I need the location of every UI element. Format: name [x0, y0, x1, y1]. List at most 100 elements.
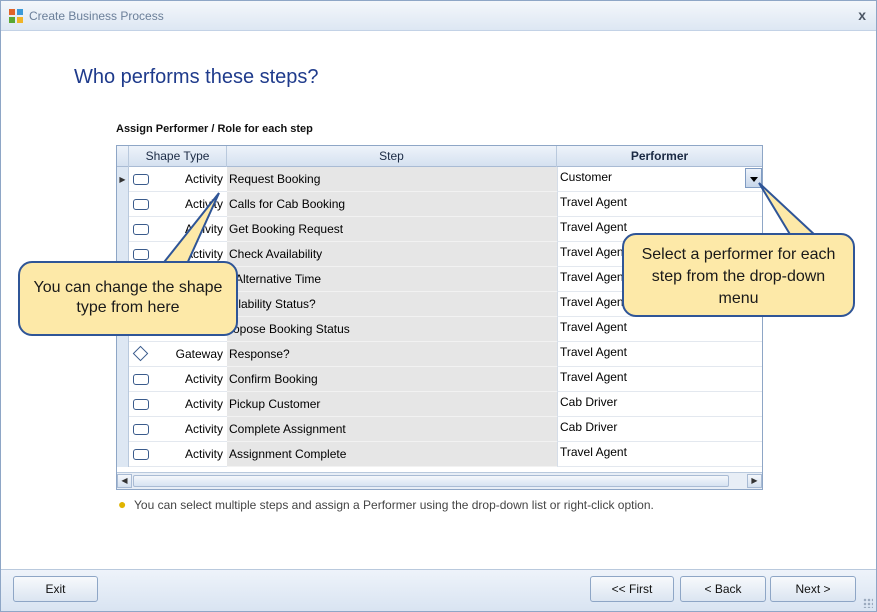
resize-grip-icon[interactable] [863, 598, 873, 608]
app-icon [9, 9, 23, 23]
performer-cell[interactable]: Travel Agent [557, 367, 762, 392]
shape-type-cell[interactable]: Activity [129, 367, 227, 392]
step-cell: Calls for Cab Booking [227, 192, 557, 217]
activity-shape-icon [133, 449, 149, 460]
row-selector[interactable] [117, 392, 129, 417]
shape-type-label: Activity [184, 372, 223, 386]
step-cell: t Alternative Time [227, 267, 557, 292]
performer-value: Travel Agent [560, 270, 627, 284]
performer-value: Travel Agent [560, 195, 627, 209]
step-cell: Response? [227, 342, 557, 367]
activity-shape-icon [133, 249, 149, 260]
row-selector[interactable]: ▶ [117, 167, 129, 192]
performer-value: Travel Agent [560, 245, 627, 259]
scroll-left-icon[interactable]: ◀ [117, 474, 132, 488]
table-row[interactable]: Activity Confirm Booking Travel Agent [117, 367, 762, 392]
shape-type-cell[interactable]: Activity [129, 192, 227, 217]
row-selector[interactable] [117, 342, 129, 367]
performer-cell[interactable]: Travel Agent [557, 442, 762, 467]
performer-cell[interactable]: Travel Agent [557, 342, 762, 367]
table-row[interactable]: Activity Assignment Complete Travel Agent [117, 442, 762, 467]
scroll-right-icon[interactable]: ▶ [747, 474, 762, 488]
footer-bar: Exit << First < Back Next > [1, 569, 876, 611]
shape-type-label: Activity [184, 197, 223, 211]
shape-type-cell[interactable]: Activity [129, 392, 227, 417]
dialog-window: Create Business Process x Who performs t… [0, 0, 877, 612]
performer-value: Travel Agent [560, 295, 627, 309]
callout-performer: Select a performer for each step from th… [622, 233, 855, 317]
shape-type-label: Activity [184, 447, 223, 461]
activity-shape-icon [133, 424, 149, 435]
performer-value: Travel Agent [560, 345, 627, 359]
step-cell: Complete Assignment [227, 417, 557, 442]
performer-cell[interactable]: Cab Driver [557, 417, 762, 442]
performer-value: Travel Agent [560, 320, 627, 334]
shape-type-label: Activity [184, 397, 223, 411]
step-cell: ropose Booking Status [227, 317, 557, 342]
hint-message: You can select multiple steps and assign… [134, 498, 654, 512]
step-cell: ailability Status? [227, 292, 557, 317]
column-header-step[interactable]: Step [227, 146, 557, 167]
table-row[interactable]: Activity Complete Assignment Cab Driver [117, 417, 762, 442]
page-title: Who performs these steps? [74, 66, 319, 88]
section-label: Assign Performer / Role for each step [116, 123, 313, 135]
hint-text: ● You can select multiple steps and assig… [118, 496, 654, 512]
shape-type-label: Activity [184, 172, 223, 186]
step-cell: Request Booking [227, 167, 557, 192]
shape-type-label: Activity [184, 222, 223, 236]
back-button[interactable]: < Back [680, 576, 766, 602]
performer-value: Customer [560, 170, 613, 184]
performer-value: Travel Agent [560, 445, 627, 459]
activity-shape-icon [133, 399, 149, 410]
shape-type-cell[interactable]: Gateway [129, 342, 227, 367]
step-cell: Confirm Booking [227, 367, 557, 392]
horizontal-scrollbar[interactable]: ◀ ▶ [117, 472, 762, 489]
column-header-performer[interactable]: Performer [557, 146, 762, 167]
performer-cell[interactable]: Travel Agent [557, 317, 762, 342]
performer-cell[interactable]: Cab Driver [557, 392, 762, 417]
activity-shape-icon [133, 199, 149, 210]
activity-shape-icon [133, 374, 149, 385]
step-cell: Check Availability [227, 242, 557, 267]
scroll-thumb[interactable] [133, 475, 729, 487]
performer-cell[interactable]: Travel Agent [557, 192, 762, 217]
activity-shape-icon [133, 224, 149, 235]
table-row[interactable]: Activity Pickup Customer Cab Driver [117, 392, 762, 417]
shape-type-cell[interactable]: Activity [129, 417, 227, 442]
gateway-shape-icon [132, 345, 149, 362]
row-selector[interactable] [117, 192, 129, 217]
shape-type-cell[interactable]: Activity [129, 442, 227, 467]
column-header-shape-type[interactable]: Shape Type [129, 146, 227, 167]
step-cell: Pickup Customer [227, 392, 557, 417]
row-selector[interactable] [117, 417, 129, 442]
next-button[interactable]: Next > [770, 576, 856, 602]
row-selector[interactable] [117, 442, 129, 467]
step-cell: Get Booking Request [227, 217, 557, 242]
step-cell: Assignment Complete [227, 442, 557, 467]
shape-type-cell[interactable]: Activity [129, 217, 227, 242]
table-row[interactable]: Gateway Response? Travel Agent [117, 342, 762, 367]
table-row[interactable]: ▶ Activity Request Booking Customer [117, 167, 762, 192]
performer-value: Cab Driver [560, 395, 618, 409]
grid-header: Shape Type Step Performer [117, 146, 762, 167]
window-title: Create Business Process [29, 9, 164, 23]
close-icon[interactable]: x [858, 7, 866, 23]
row-selector[interactable] [117, 367, 129, 392]
shape-type-cell[interactable]: Activity [129, 167, 227, 192]
performer-dropdown-icon[interactable] [745, 168, 762, 188]
shape-type-label: Activity [184, 422, 223, 436]
performer-value: Travel Agent [560, 220, 627, 234]
performer-value: Cab Driver [560, 420, 618, 434]
performer-cell[interactable]: Customer [557, 167, 762, 192]
row-selector-header [117, 146, 129, 167]
first-button[interactable]: << First [590, 576, 674, 602]
table-row[interactable]: Activity Calls for Cab Booking Travel Agen… [117, 192, 762, 217]
performer-value: Travel Agent [560, 370, 627, 384]
title-bar: Create Business Process x [1, 1, 876, 31]
row-selector[interactable] [117, 217, 129, 242]
lightbulb-icon: ● [118, 496, 127, 512]
activity-shape-icon [133, 174, 149, 185]
shape-type-label: Gateway [175, 347, 223, 361]
callout-shape-type: You can change the shape type from here [18, 261, 238, 336]
exit-button[interactable]: Exit [13, 576, 98, 602]
